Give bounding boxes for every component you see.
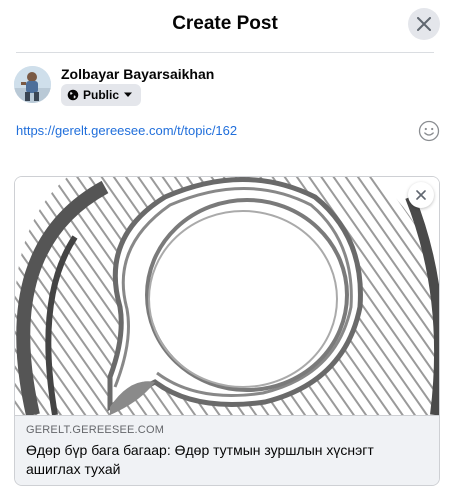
link-preview-title: Өдөр бүр бага багаар: Өдөр тутмын зуршлы… [26,442,374,477]
close-button[interactable] [408,8,440,40]
close-icon [417,17,431,31]
remove-preview-button[interactable] [408,182,434,208]
audience-label: Public [83,88,120,102]
create-post-dialog: Create Post Zolbayar Bayarsaikhan Public… [0,0,450,500]
post-text-input[interactable]: https://gerelt.gereesee.com/t/topic/162 [16,123,237,138]
caret-down-icon [124,92,133,97]
emoji-button[interactable] [418,120,440,142]
emoji-icon [418,120,440,142]
audience-selector[interactable]: Public [61,84,142,106]
globe-icon [67,89,79,101]
link-preview-meta: GERELT.GEREESEE.COM Өдөр бүр бага багаар… [15,415,439,485]
avatar-image [14,66,51,103]
author-name: Zolbayar Bayarsaikhan [61,66,215,82]
link-preview-card[interactable]: GERELT.GEREESEE.COM Өдөр бүр бага багаар… [14,176,440,486]
link-preview-image [15,177,439,415]
header-divider [16,52,434,53]
chat-bubble-sketch-image [15,177,439,415]
dialog-header: Create Post [0,0,450,52]
link-preview-domain: GERELT.GEREESEE.COM [26,424,165,436]
close-icon [416,190,426,200]
avatar[interactable] [14,66,51,103]
dialog-title: Create Post [172,13,278,34]
